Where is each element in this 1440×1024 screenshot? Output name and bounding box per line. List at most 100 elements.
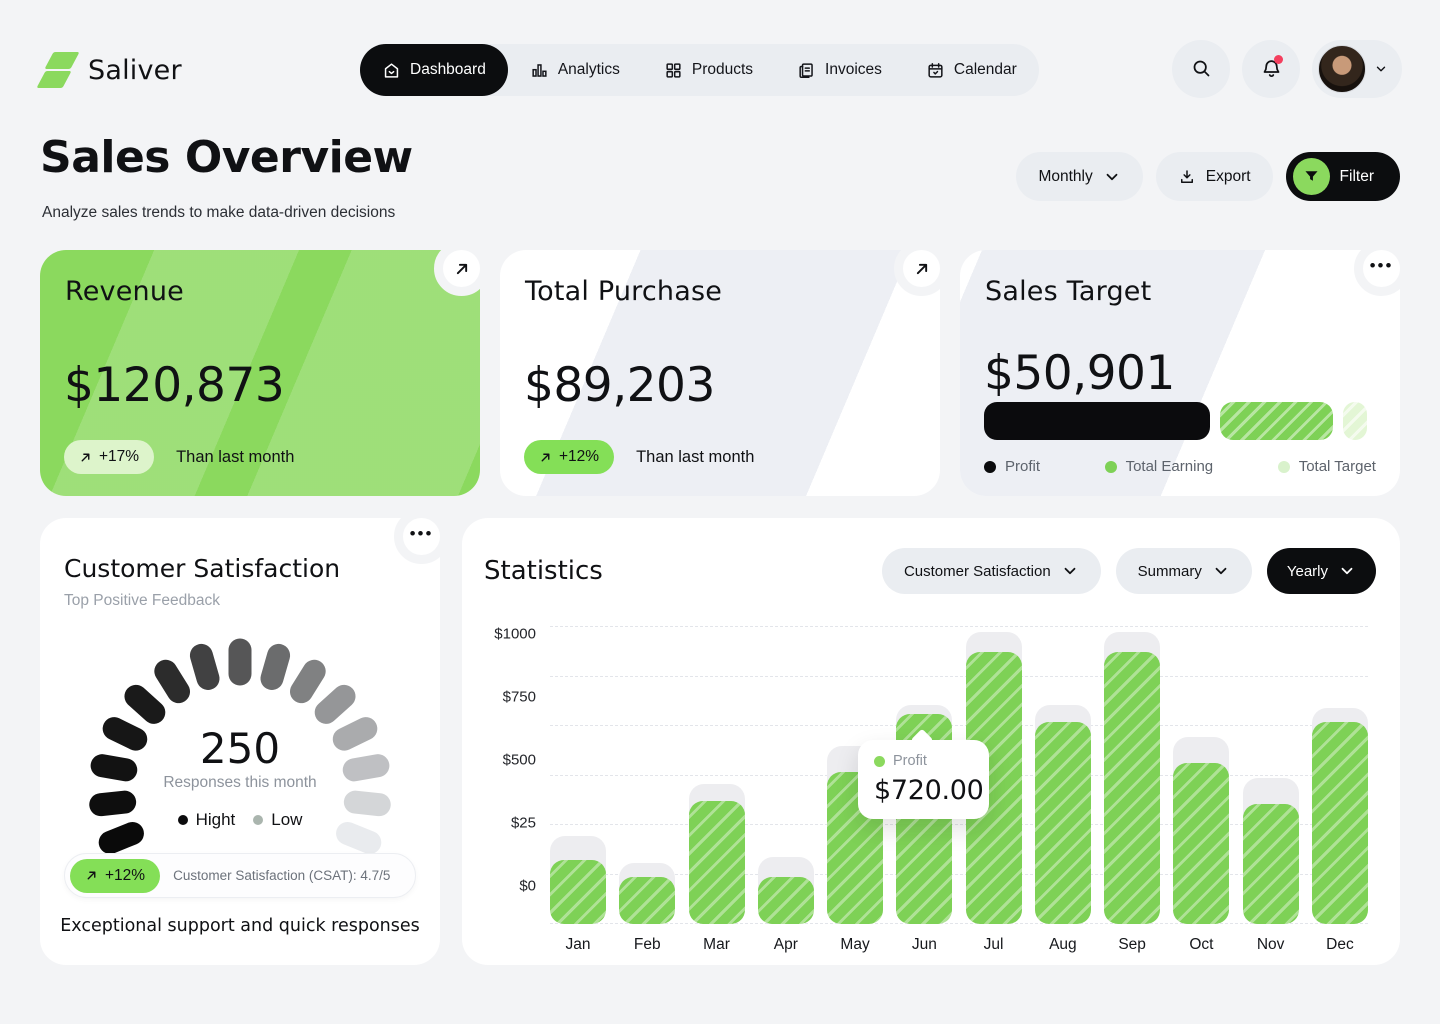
- legend-dot: [253, 815, 263, 825]
- total-purchase-compare-text: Than last month: [636, 448, 754, 467]
- bar-fill: [1312, 722, 1368, 924]
- bar-mar[interactable]: Mar: [689, 626, 745, 924]
- download-icon: [1178, 168, 1196, 186]
- search-button[interactable]: [1172, 40, 1230, 98]
- nav-item-dashboard[interactable]: Dashboard: [360, 44, 508, 96]
- satisfaction-menu-button[interactable]: •••: [394, 509, 449, 564]
- y-axis-tick: $1000: [494, 626, 536, 643]
- nav-item-calendar[interactable]: Calendar: [904, 44, 1039, 96]
- chart-tooltip: Profit $720.00: [858, 740, 989, 819]
- statistics-filter-yearly[interactable]: Yearly: [1267, 548, 1376, 594]
- statistics-filter-customer-satisfaction[interactable]: Customer Satisfaction: [882, 548, 1101, 594]
- customer-satisfaction-card: ••• Customer Satisfaction Top Positive F…: [40, 518, 440, 965]
- page-subtitle: Analyze sales trends to make data-driven…: [42, 204, 395, 222]
- revenue-change-badge: +17%: [64, 440, 154, 474]
- main-nav: DashboardAnalyticsProductsInvoicesCalend…: [360, 44, 1039, 96]
- target-segment-earning: [1220, 402, 1333, 440]
- bar-fill: [758, 877, 814, 924]
- chevron-down-icon: [1338, 562, 1356, 580]
- sales-target-value: $50,901: [984, 346, 1175, 401]
- legend-dot: [1278, 461, 1290, 473]
- bar-oct[interactable]: Oct: [1173, 626, 1229, 924]
- ellipsis-icon: •••: [1370, 256, 1394, 276]
- nav-item-analytics[interactable]: Analytics: [508, 44, 642, 96]
- gauge-segment: [187, 641, 222, 693]
- period-select[interactable]: Monthly: [1016, 152, 1142, 201]
- target-legend-item: Total Target: [1278, 458, 1376, 475]
- chevron-down-icon: [1212, 562, 1230, 580]
- y-axis-tick: $25: [511, 815, 536, 832]
- bar-aug[interactable]: Aug: [1035, 626, 1091, 924]
- chevron-down-icon: [1103, 168, 1121, 186]
- gauge-segment: [229, 639, 252, 686]
- satisfaction-value: 250: [40, 724, 440, 773]
- brand-logo[interactable]: Saliver: [40, 44, 182, 96]
- sales-target-card: ••• Sales Target $50,901 ProfitTotal Ear…: [960, 250, 1400, 496]
- revenue-card-title: Revenue: [65, 276, 184, 307]
- sales-target-menu-button[interactable]: •••: [1354, 241, 1409, 296]
- bar-fill: [1173, 763, 1229, 924]
- legend-dot: [984, 461, 996, 473]
- arrow-up-right-icon: [85, 869, 98, 882]
- filter-button-label: Filter: [1340, 168, 1374, 186]
- nav-item-invoices[interactable]: Invoices: [775, 44, 904, 96]
- sales-target-progress: [984, 402, 1374, 440]
- x-axis-label: Jan: [550, 936, 606, 954]
- total-purchase-value: $89,203: [524, 358, 715, 413]
- tooltip-value: $720.00: [874, 775, 989, 806]
- bar-apr[interactable]: Apr: [758, 626, 814, 924]
- bar-fill: [619, 877, 675, 924]
- bar-feb[interactable]: Feb: [619, 626, 675, 924]
- notifications-button[interactable]: [1242, 40, 1300, 98]
- y-axis-tick: $750: [503, 689, 536, 706]
- revenue-expand-button[interactable]: [434, 241, 489, 296]
- bar-nov[interactable]: Nov: [1243, 626, 1299, 924]
- statistics-filter-summary[interactable]: Summary: [1116, 548, 1252, 594]
- export-button[interactable]: Export: [1156, 152, 1273, 201]
- csat-change-badge: +12%: [70, 859, 160, 893]
- period-select-label: Monthly: [1038, 168, 1092, 186]
- csat-score-text: Customer Satisfaction (CSAT): 4.7/5: [173, 868, 390, 883]
- satisfaction-legend-item: Hight: [178, 810, 236, 830]
- satisfaction-legend: Hight Low: [40, 810, 440, 830]
- target-legend-item: Profit: [984, 458, 1040, 475]
- x-axis-label: Dec: [1312, 936, 1368, 954]
- x-axis-label: May: [827, 936, 883, 954]
- satisfaction-value-caption: Responses this month: [40, 774, 440, 792]
- x-axis-label: Aug: [1035, 936, 1091, 954]
- calendar-icon: [926, 61, 945, 80]
- statistics-card: Statistics Customer Satisfaction Summary Y…: [462, 518, 1400, 965]
- home-icon: [382, 61, 401, 80]
- bar-sep[interactable]: Sep: [1104, 626, 1160, 924]
- target-segment-target: [1343, 402, 1366, 440]
- ellipsis-icon: •••: [410, 524, 434, 544]
- statistics-title: Statistics: [484, 556, 603, 586]
- search-icon: [1191, 58, 1212, 79]
- export-button-label: Export: [1206, 168, 1251, 186]
- bar-jan[interactable]: Jan: [550, 626, 606, 924]
- satisfaction-legend-item: Low: [253, 810, 302, 830]
- avatar: [1318, 45, 1366, 93]
- x-axis-label: Jul: [966, 936, 1022, 954]
- x-axis-label: Sep: [1104, 936, 1160, 954]
- total-purchase-expand-button[interactable]: [894, 241, 949, 296]
- sales-target-card-title: Sales Target: [985, 276, 1151, 307]
- account-menu[interactable]: [1312, 40, 1402, 98]
- arrow-up-right-icon: [79, 451, 92, 464]
- y-axis-tick: $500: [503, 752, 536, 769]
- page-title: Sales Overview: [40, 132, 413, 183]
- filter-icon-bubble: [1293, 158, 1330, 195]
- filter-button[interactable]: Filter: [1286, 152, 1400, 201]
- products-icon: [664, 61, 683, 80]
- total-purchase-card-title: Total Purchase: [525, 276, 722, 307]
- legend-dot: [1105, 461, 1117, 473]
- x-axis-label: Mar: [689, 936, 745, 954]
- y-axis-tick: $0: [519, 878, 536, 895]
- topbar-actions: [1172, 44, 1402, 96]
- bar-dec[interactable]: Dec: [1312, 626, 1368, 924]
- bar-fill: [550, 860, 606, 924]
- revenue-card: Revenue $120,873 +17% Than last month: [40, 250, 480, 496]
- nav-item-products[interactable]: Products: [642, 44, 775, 96]
- bottom-row: ••• Customer Satisfaction Top Positive F…: [40, 518, 1400, 965]
- top-bar: Saliver DashboardAnalyticsProductsInvoic…: [0, 44, 1440, 96]
